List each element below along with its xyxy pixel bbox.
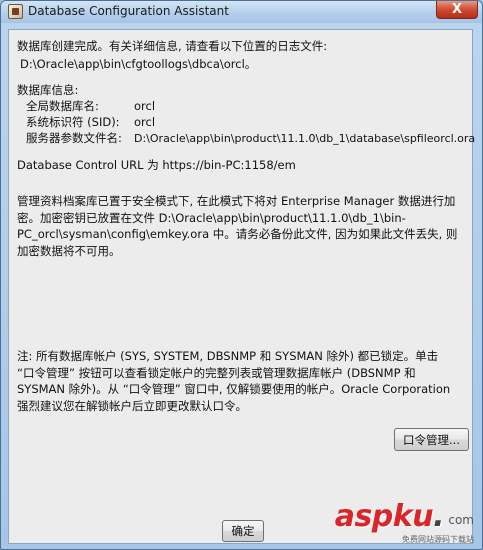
em-url: Database Control URL 为 https://bin-PC:11… [17,158,296,172]
db-info-header: 数据库信息: [17,83,79,97]
close-icon: X [451,2,463,17]
watermark-brand-text: aspku [334,499,434,534]
watermark-dot: . [433,499,444,534]
sid-value: orcl [134,115,156,129]
watermark-brand: aspku. [334,499,445,534]
oracle-app-icon [8,4,23,19]
watermark-tld: com [448,513,474,527]
dbca-window: Database Configuration Assistant X 数据库创建… [0,0,483,550]
title-bar[interactable]: Database Configuration Assistant X [1,1,482,23]
watermark-tagline: 免费网站源码下载站 [402,535,474,544]
log-path: D:\Oracle\app\bin\cfgtoollogs\dbca\orcl。 [20,57,257,71]
spfile-label: 服务器参数文件名: [26,131,122,145]
watermark-logo: aspku. com 免费网站源码下载站 [304,499,474,544]
completion-message: 数据库创建完成。有关详细信息, 请查看以下位置的日志文件: [17,39,328,53]
password-management-button[interactable]: 口令管理... [394,428,469,451]
window-title: Database Configuration Assistant [28,4,229,18]
repository-note: 管理资料档案库已置于安全模式下, 在此模式下将对 Enterprise Mana… [17,194,458,258]
sid-label: 系统标识符 (SID): [26,115,120,129]
content-panel: 数据库创建完成。有关详细信息, 请查看以下位置的日志文件: D:\Oracle\… [8,29,476,544]
ok-button[interactable]: 确定 [222,520,264,542]
spfile-value: D:\Oracle\app\bin\product\11.1.0\db_1\da… [134,132,476,145]
accounts-note: 注: 所有数据库帐户 (SYS, SYSTEM, DBSNMP 和 SYSMAN… [17,349,451,413]
close-button[interactable]: X [436,1,478,19]
global-db-name-value: orcl [134,99,156,113]
global-db-name-label: 全局数据库名: [26,99,99,113]
